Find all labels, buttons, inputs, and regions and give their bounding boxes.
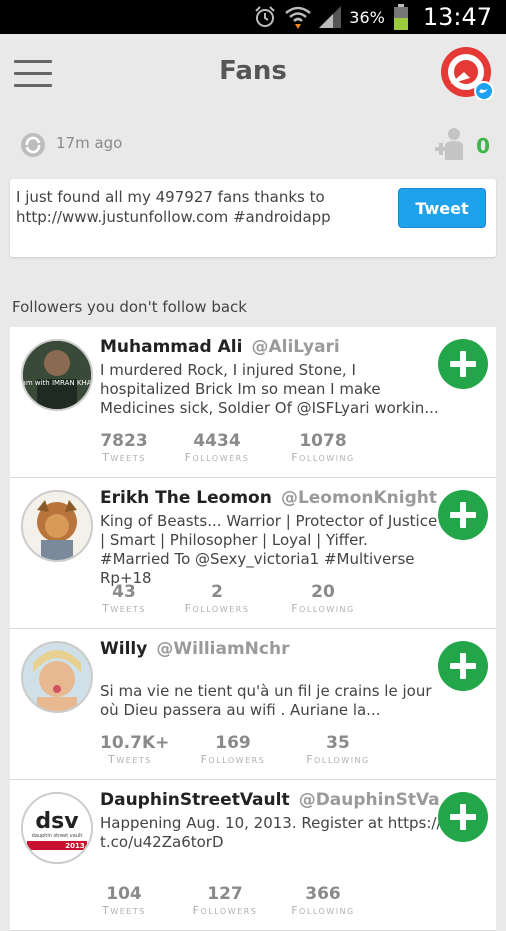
follow-button[interactable] xyxy=(438,792,488,842)
list-item[interactable]: I am with IMRAN KHAN Muhammad Ali @AliLy… xyxy=(10,327,496,478)
refresh-icon[interactable] xyxy=(20,132,46,158)
share-text[interactable]: I just found all my 497927 fans thanks t… xyxy=(16,187,396,227)
user-handle: @AliLyari xyxy=(251,337,340,357)
stat-following: 20 Following xyxy=(291,582,355,615)
user-bio: Si ma vie ne tient qu'à un fil je crains… xyxy=(100,682,432,719)
account-logo-icon[interactable] xyxy=(440,46,494,100)
last-updated: 17m ago xyxy=(56,134,123,152)
stat-followers: 4434 Followers xyxy=(184,431,250,464)
battery-icon xyxy=(393,4,408,30)
user-name: Muhammad Ali xyxy=(100,337,243,357)
clock: 13:47 xyxy=(422,3,492,31)
status-bar: 36% 13:47 xyxy=(0,0,506,34)
stat-tweets: 104 Tweets xyxy=(102,884,146,917)
stat-tweets: 43 Tweets xyxy=(102,582,146,615)
stat-tweets: 10.7K+ Tweets xyxy=(100,733,170,766)
avatar: I am with IMRAN KHAN xyxy=(21,339,93,411)
follow-button[interactable] xyxy=(438,339,488,389)
avatar xyxy=(21,641,93,713)
follow-button[interactable] xyxy=(438,490,488,540)
info-row: 17m ago 0 xyxy=(0,122,506,168)
stat-following: 366 Following xyxy=(291,884,355,917)
stat-followers: 169 Followers xyxy=(200,733,266,766)
avatar: dsv dauphin street vault 2013 xyxy=(21,792,93,864)
follow-button[interactable] xyxy=(438,641,488,691)
followers-list: I am with IMRAN KHAN Muhammad Ali @AliLy… xyxy=(10,327,496,931)
stat-tweets: 7823 Tweets xyxy=(100,431,148,464)
app-bar: Fans xyxy=(0,34,506,118)
list-item[interactable]: Willy @WilliamNchr Si ma vie ne tient qu… xyxy=(10,629,496,780)
signal-icon xyxy=(319,6,342,28)
user-handle: @WilliamNchr xyxy=(156,639,290,659)
stat-following: 35 Following xyxy=(306,733,370,766)
alarm-icon xyxy=(255,6,275,27)
stat-followers: 2 Followers xyxy=(184,582,250,615)
user-bio: King of Beasts... Warrior | Protector of… xyxy=(100,512,438,587)
user-bio: I murdered Rock, I injured Stone, I hosp… xyxy=(100,361,439,417)
user-bio: Happening Aug. 10, 2013. Register at htt… xyxy=(100,814,442,851)
add-fan-icon xyxy=(435,128,463,160)
page-title: Fans xyxy=(219,56,287,86)
avatar-caption: I am with IMRAN KHAN xyxy=(23,379,91,387)
stat-followers: 127 Followers xyxy=(192,884,258,917)
user-name: Willy xyxy=(100,639,148,659)
user-name: Erikh The Leomon xyxy=(100,488,272,508)
new-fans-count: 0 xyxy=(476,134,490,158)
wifi-icon xyxy=(285,6,312,29)
stat-following: 1078 Following xyxy=(291,431,355,464)
avatar-logo-year: 2013 xyxy=(65,842,85,850)
avatar-logo-text: dsv xyxy=(35,809,79,834)
list-item[interactable]: dsv dauphin street vault 2013 DauphinStr… xyxy=(10,780,496,931)
avatar-logo-subtitle: dauphin street vault xyxy=(32,833,83,839)
tweet-button[interactable]: Tweet xyxy=(398,188,486,228)
list-item[interactable]: Erikh The Leomon @LeomonKnight King of B… xyxy=(10,478,496,629)
user-handle: @LeomonKnight xyxy=(280,488,437,508)
avatar xyxy=(21,490,93,562)
user-handle: @DauphinStVault xyxy=(298,790,440,810)
section-heading: Followers you don't follow back xyxy=(12,298,247,316)
user-name: DauphinStreetVault xyxy=(100,790,290,810)
share-compose: I just found all my 497927 fans thanks t… xyxy=(10,179,496,257)
battery-percent: 36% xyxy=(349,7,385,27)
